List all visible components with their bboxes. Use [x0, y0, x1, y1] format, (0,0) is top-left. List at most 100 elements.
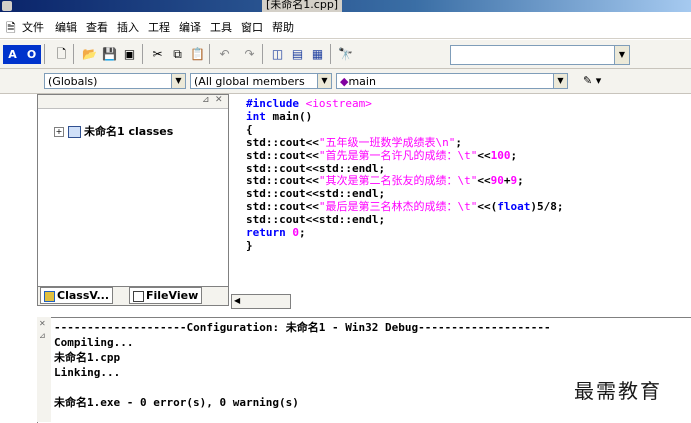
new-file-icon[interactable]: 🗋 [52, 45, 71, 64]
windows-list-icon[interactable]: ▦ [308, 45, 327, 64]
code-token: std::cout<< [246, 174, 319, 188]
toolbar-separator [44, 44, 45, 64]
code-line: return 0; [246, 227, 306, 239]
toolbar-separator [330, 44, 331, 64]
close-icon[interactable]: ✕ [39, 319, 46, 328]
members-combo-value: (All global members [194, 75, 305, 88]
code-line: std::cout<<"五年级一班数学成绩表\n"; [246, 135, 462, 149]
classes-icon [68, 126, 81, 138]
menu-file[interactable]: 文件 [22, 19, 44, 35]
dock-icon[interactable]: ⊿ [202, 95, 210, 105]
code-editor[interactable]: #include <iostream> int main(){std::cout<… [231, 94, 691, 294]
toolbar-separator [142, 44, 143, 64]
scope-combo[interactable]: (Globals) ▼ [44, 73, 186, 89]
members-combo[interactable]: (All global members ▼ [190, 73, 332, 89]
scope-combo-value: (Globals) [48, 75, 98, 88]
code-line: int main() [246, 109, 313, 123]
save-all-icon[interactable]: ▣ [120, 45, 139, 64]
find-in-files-icon[interactable]: 🔭 [336, 45, 355, 64]
code-line: std::cout<<"其次是第二名张友的成绩：\t"<<90+9; [246, 175, 524, 187]
copy-icon[interactable]: ⧉ [168, 45, 187, 64]
code-token: std::cout<< [246, 148, 319, 162]
title-bar: [未命名1.cpp] [0, 0, 691, 12]
find-combo[interactable]: ▼ [450, 45, 630, 65]
code-token: std::cout<<std::endl; [246, 187, 386, 201]
chevron-down-icon[interactable]: ▼ [614, 46, 629, 64]
function-combo[interactable]: ◆main ▼ [336, 73, 568, 89]
code-token: int [246, 109, 266, 123]
dock-icon[interactable]: ⊿ [39, 331, 46, 340]
document-icon[interactable]: 🗎 [6, 19, 16, 40]
code-token: std::cout<<std::endl; [246, 161, 386, 175]
output-panel: --------------------Configuration: 未命名1 … [37, 317, 691, 423]
code-token: { [246, 122, 253, 136]
wizard-actions-icon[interactable]: ✎ ▾ [583, 74, 601, 87]
menu-view[interactable]: 查看 [86, 19, 108, 35]
code-token: return [246, 226, 286, 239]
window-title: [未命名1.cpp] [262, 0, 343, 12]
workspace-tabs: ClassV... FileView [38, 286, 228, 305]
code-token: "最后是第三名林杰的成绩：\t" [318, 200, 478, 214]
code-token: ; [299, 226, 306, 239]
code-line: std::cout<<std::endl; [246, 161, 386, 175]
menu-insert[interactable]: 插入 [117, 19, 139, 35]
scroll-left-icon[interactable]: ◀ [234, 296, 240, 305]
classview-icon [44, 290, 55, 302]
menu-help[interactable]: 帮助 [272, 19, 294, 35]
undo-icon[interactable]: ↶ [215, 45, 234, 64]
menu-project[interactable]: 工程 [148, 19, 170, 35]
code-token: 90 [490, 174, 504, 188]
tree-item-classes[interactable]: + 未命名1 classes [54, 123, 173, 139]
menu-edit[interactable]: 编辑 [55, 19, 77, 35]
code-token: ; [510, 148, 518, 162]
o-icon[interactable]: O [22, 45, 41, 64]
watermark: 最需教育 [574, 379, 662, 403]
code-token: "其次是第二名张友的成绩：\t" [318, 174, 478, 188]
code-token: 100 [490, 148, 511, 162]
output-line: Compiling... [54, 336, 134, 349]
code-token: ; [517, 174, 524, 188]
toolbar-separator [73, 44, 74, 64]
expand-icon[interactable]: + [54, 127, 64, 137]
code-token: <<( [477, 200, 498, 214]
chevron-down-icon[interactable]: ▼ [553, 74, 567, 88]
output-line: --------------------Configuration: 未命名1 … [54, 321, 551, 334]
cut-icon[interactable]: ✂ [148, 45, 167, 64]
output-gutter: ✕ ⊿ [37, 317, 51, 422]
tab-fileview[interactable]: FileView [129, 287, 203, 304]
code-token: } [246, 238, 253, 252]
app-icon [2, 1, 12, 11]
code-token: main() [265, 109, 313, 123]
fileview-icon [133, 290, 144, 302]
code-line: std::cout<<"首先是第一名许凡的成绩：\t"<<100; [246, 148, 518, 162]
output-line: 未命名1.exe - 0 error(s), 0 warning(s) [54, 396, 299, 409]
chevron-down-icon[interactable]: ▼ [317, 74, 331, 88]
open-folder-icon[interactable]: 📂 [80, 45, 99, 64]
code-line: std::cout<<"最后是第三名林杰的成绩：\t"<<(float)5/8; [246, 201, 563, 213]
workspace-icon[interactable]: ◫ [268, 45, 287, 64]
code-token: std::cout<<std::endl; [246, 213, 386, 227]
menu-bar: 🗎 文件 编辑 查看 插入 工程 编译 工具 窗口 帮助 [0, 13, 691, 39]
code-token: std::cout<< [246, 135, 319, 149]
tab-classview[interactable]: ClassV... [40, 287, 113, 304]
tab-label: ClassV... [57, 289, 109, 302]
code-token: float [497, 200, 531, 214]
code-token: 0 [292, 226, 299, 239]
a-icon[interactable]: A [3, 45, 22, 64]
output-window-icon[interactable]: ▤ [288, 45, 307, 64]
menu-window[interactable]: 窗口 [241, 19, 263, 35]
function-combo-value: main [348, 75, 376, 88]
code-line: std::cout<<std::endl; [246, 214, 385, 226]
code-token: std::cout<< [246, 200, 319, 214]
close-icon[interactable]: ✕ [215, 95, 223, 105]
output-line: 未命名1.cpp [54, 351, 121, 364]
tree-item-label: 未命名1 classes [84, 125, 174, 138]
menu-tools[interactable]: 工具 [210, 19, 232, 35]
menu-build[interactable]: 编译 [179, 19, 201, 35]
code-line: std::cout<<std::endl; [246, 188, 385, 200]
paste-icon[interactable]: 📋 [188, 45, 207, 64]
save-icon[interactable]: 💾 [100, 45, 119, 64]
redo-icon[interactable]: ↷ [240, 45, 259, 64]
chevron-down-icon[interactable]: ▼ [171, 74, 185, 88]
horizontal-scrollbar[interactable]: ◀ [231, 294, 291, 309]
